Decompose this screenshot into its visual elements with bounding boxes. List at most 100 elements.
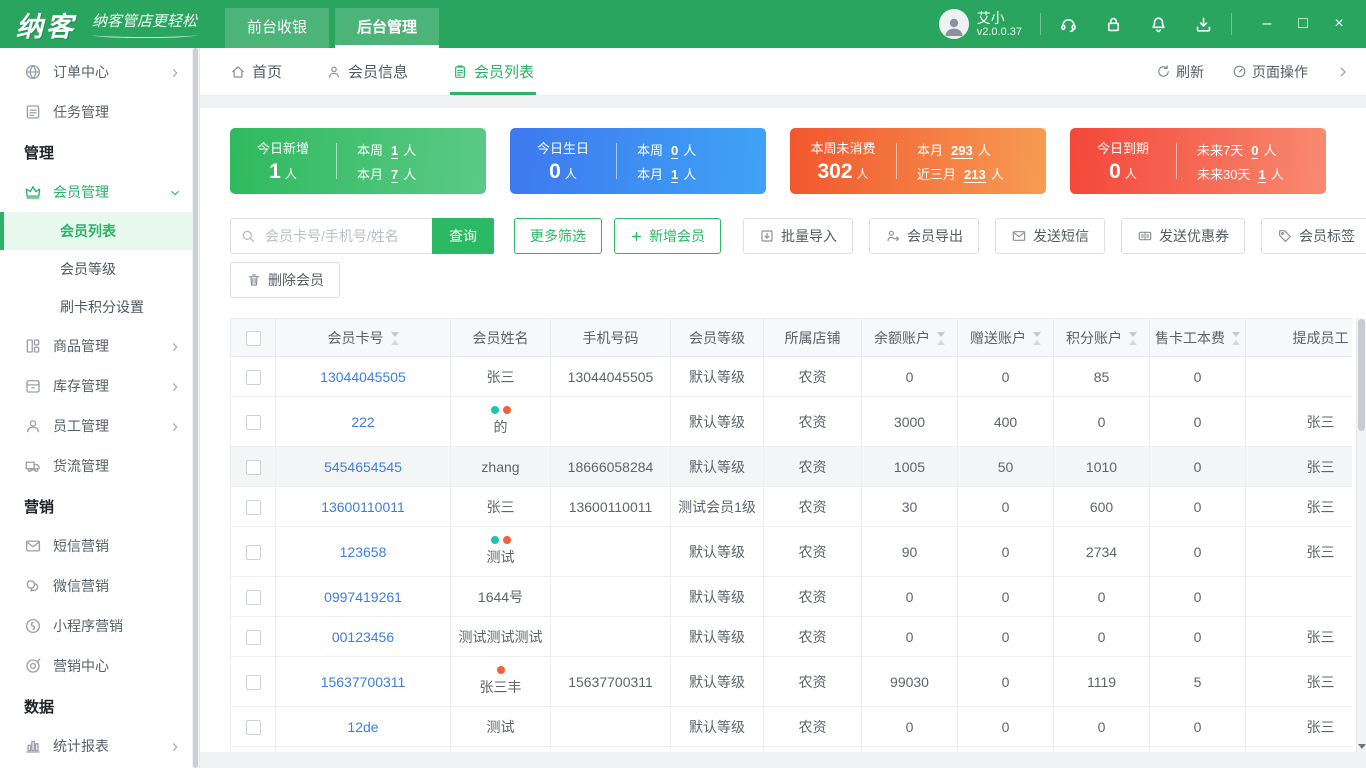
member-card-link[interactable]: 00123456 xyxy=(332,629,394,645)
bell-icon[interactable] xyxy=(1149,15,1168,34)
column-header-card[interactable]: 会员卡号 xyxy=(275,318,451,357)
row-checkbox[interactable] xyxy=(245,499,261,515)
tab-home[interactable]: 首页 xyxy=(230,48,282,95)
cell-card: 5454654545 xyxy=(275,446,451,487)
sidebar-item-stock-manage[interactable]: 库存管理 xyxy=(0,366,199,406)
sidebar-item-logistics-manage[interactable]: 货流管理 xyxy=(0,446,199,486)
delete-member-button[interactable]: 删除会员 xyxy=(230,262,340,298)
cell-name: 测试测试测试 xyxy=(450,616,551,657)
card-detail-row[interactable]: 未来7天 0 人 xyxy=(1197,140,1326,159)
service-icon[interactable] xyxy=(1059,15,1078,34)
cell-points: 0 xyxy=(1053,706,1150,747)
sort-carets[interactable] xyxy=(390,332,399,346)
card-detail-row[interactable]: 本周 1 人 xyxy=(357,140,486,159)
add-member-button[interactable]: 新增会员 xyxy=(614,218,721,254)
mode-tab-admin[interactable]: 后台管理 xyxy=(335,8,440,48)
sidebar-item-task-manage[interactable]: 任务管理 xyxy=(0,92,199,132)
cell-level: 测试会员1级 xyxy=(670,486,764,527)
cell-value: 0 xyxy=(905,628,914,645)
batch-import-button[interactable]: 批量导入 xyxy=(743,218,853,254)
member-card-link[interactable]: 222 xyxy=(351,414,374,430)
member-card-link[interactable]: 13600110011 xyxy=(321,499,405,515)
scrollbar-thumb[interactable] xyxy=(193,48,198,768)
cell-value: 0 xyxy=(1001,673,1010,690)
search-button[interactable]: 查询 xyxy=(432,218,494,254)
table-vertical-scrollbar[interactable] xyxy=(1356,318,1366,752)
download-icon[interactable] xyxy=(1194,15,1213,34)
sidebar-subitem-member-list[interactable]: 会员列表 xyxy=(0,212,199,250)
detail-unit: 人 xyxy=(403,166,417,182)
cell-store: 农资 xyxy=(763,446,862,487)
tab-member-list[interactable]: 会员列表 xyxy=(450,48,537,95)
minimize-button[interactable]: – xyxy=(1250,9,1284,39)
page-actions-button[interactable]: 页面操作 xyxy=(1232,62,1308,82)
sort-carets[interactable] xyxy=(1232,332,1240,346)
cell-value: 0 xyxy=(1193,458,1202,475)
row-checkbox[interactable] xyxy=(245,414,261,430)
sort-carets[interactable] xyxy=(1033,332,1041,346)
sidebar-item-sms-marketing[interactable]: 短信营销 xyxy=(0,526,199,566)
scrollbar-thumb[interactable] xyxy=(1358,319,1365,431)
send-sms-button[interactable]: 发送短信 xyxy=(995,218,1105,254)
card-detail-row[interactable]: 本月 1 人 xyxy=(637,164,766,183)
sort-carets[interactable] xyxy=(1129,332,1137,346)
mode-tab-cashier[interactable]: 前台收银 xyxy=(225,8,330,48)
search-input[interactable] xyxy=(230,218,432,254)
close-button[interactable]: × xyxy=(1322,9,1356,39)
column-header-points[interactable]: 积分账户 xyxy=(1053,318,1150,357)
member-tag-button[interactable]: 会员标签 xyxy=(1261,218,1366,254)
member-card-link[interactable]: 13044045505 xyxy=(320,369,406,385)
row-checkbox[interactable] xyxy=(245,719,261,735)
scroll-down-arrow[interactable] xyxy=(1358,744,1366,749)
row-checkbox[interactable] xyxy=(245,629,261,645)
avatar[interactable] xyxy=(938,9,969,39)
card-detail-row[interactable]: 近三月 213 人 xyxy=(917,164,1046,183)
select-all-header[interactable] xyxy=(230,318,276,357)
cell-value: 默认等级 xyxy=(689,673,745,690)
row-checkbox[interactable] xyxy=(245,674,261,690)
more-filter-button[interactable]: 更多筛选 xyxy=(514,218,602,254)
sidebar-item-wechat-marketing[interactable]: 微信营销 xyxy=(0,566,199,606)
card-detail-row[interactable]: 本周 0 人 xyxy=(637,140,766,159)
cell-value: 18666058284 xyxy=(567,458,654,475)
card-detail-row[interactable]: 未来30天 1 人 xyxy=(1197,164,1326,183)
sidebar-subitem-member-level[interactable]: 会员等级 xyxy=(0,250,199,288)
member-card-link[interactable]: 123658 xyxy=(340,544,387,560)
sidebar-item-member-manage[interactable]: 会员管理 xyxy=(0,172,199,212)
member-card-link[interactable]: 12de xyxy=(347,719,378,735)
lock-icon[interactable] xyxy=(1104,15,1123,34)
sidebar-item-order-center[interactable]: 订单中心 xyxy=(0,52,199,92)
cell-value: 0 xyxy=(1193,588,1202,605)
chevron-right-icon[interactable] xyxy=(1336,65,1350,79)
column-header-fee[interactable]: 售卡工本费 xyxy=(1149,318,1246,357)
member-card-link[interactable]: 15637700311 xyxy=(321,674,406,690)
column-header-gift[interactable]: 赠送账户 xyxy=(957,318,1054,357)
card-value: 1人 xyxy=(269,160,297,183)
member-name: 测试测试测试 xyxy=(458,628,543,645)
member-export-button[interactable]: 会员导出 xyxy=(869,218,979,254)
sidebar-item-product-manage[interactable]: 商品管理 xyxy=(0,326,199,366)
column-header-balance[interactable]: 余额账户 xyxy=(861,318,958,357)
sidebar-item-miniapp-marketing[interactable]: 小程序营销 xyxy=(0,606,199,646)
sort-carets[interactable] xyxy=(937,332,945,346)
card-detail-row[interactable]: 本月 293 人 xyxy=(917,140,1046,159)
maximize-button[interactable]: □ xyxy=(1286,9,1320,39)
sidebar-item-staff-manage[interactable]: 员工管理 xyxy=(0,406,199,446)
send-coupon-button[interactable]: 发送优惠券 xyxy=(1121,218,1245,254)
row-checkbox[interactable] xyxy=(245,589,261,605)
member-card-link[interactable]: 5454654545 xyxy=(324,459,402,475)
card-detail-row[interactable]: 本月 7 人 xyxy=(357,164,486,183)
select-all-checkbox[interactable] xyxy=(245,330,261,346)
row-checkbox[interactable] xyxy=(245,369,261,385)
sidebar-item-statistics-report[interactable]: 统计报表 xyxy=(0,726,199,766)
sidebar-subitem-card-points-setting[interactable]: 刷卡积分设置 xyxy=(0,288,199,326)
sidebar-scrollbar[interactable] xyxy=(192,48,199,768)
tab-member-info[interactable]: 会员信息 xyxy=(326,48,408,95)
row-checkbox[interactable] xyxy=(245,459,261,475)
sidebar-item-marketing-center[interactable]: 营销中心 xyxy=(0,646,199,686)
refresh-button[interactable]: 刷新 xyxy=(1156,62,1204,82)
member-card-link[interactable]: 0997419261 xyxy=(324,589,402,605)
sidebar-item-label: 货流管理 xyxy=(53,458,109,474)
cell-gift: 0 xyxy=(957,576,1054,617)
row-checkbox[interactable] xyxy=(245,544,261,560)
